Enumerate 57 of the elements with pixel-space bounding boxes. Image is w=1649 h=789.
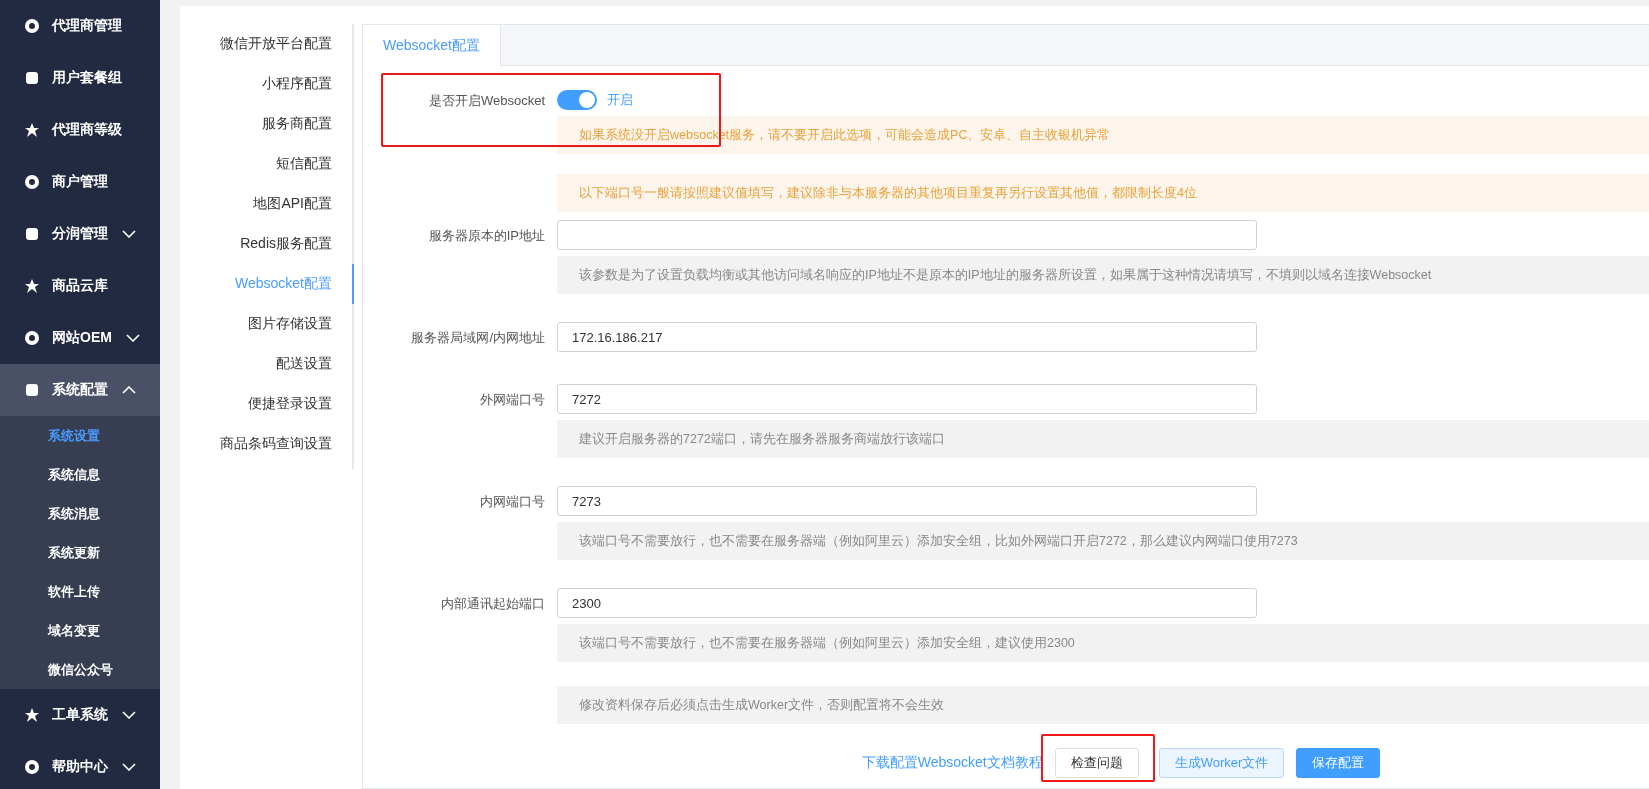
field-label: 外网端口号: [480, 391, 545, 407]
field-label: 服务器原本的IP地址: [428, 227, 545, 243]
toggle-switch[interactable]: [557, 90, 597, 110]
sidebar-item[interactable]: 网站OEM: [0, 312, 160, 364]
field-label: 内部通讯起始端口: [441, 595, 545, 611]
submenu-item[interactable]: 系统信息: [0, 455, 160, 494]
hint-notice: 建议开启服务器的7272端口，请先在服务器服务商端放行该端口: [557, 420, 1649, 458]
sidebar-item[interactable]: 代理商管理: [0, 0, 160, 52]
input-field[interactable]: 7272: [557, 384, 1257, 414]
field-label: 是否开启Websocket: [428, 92, 545, 108]
input-field[interactable]: [557, 220, 1257, 250]
menu-icon: [24, 382, 40, 398]
config-nav-item[interactable]: 图片存储设置: [180, 304, 354, 344]
sidebar-item[interactable]: 代理商等级: [0, 104, 160, 156]
hint-notice: 该参数是为了设置负载均衡或其他访问域名响应的IP地址不是原本的IP地址的服务器所设置，如果属于这种情况请填写，不填则以域名连接Websocket: [557, 256, 1649, 294]
config-nav-item[interactable]: 短信配置: [180, 144, 354, 184]
input-field[interactable]: 2300: [557, 588, 1257, 618]
submenu-item[interactable]: 系统设置: [0, 416, 160, 455]
menu-icon: [24, 174, 40, 190]
menu-icon: [24, 278, 40, 294]
switch-state-text: 开启: [607, 91, 633, 109]
submenu-item[interactable]: 系统消息: [0, 494, 160, 533]
config-nav-item[interactable]: 配送设置: [180, 344, 354, 384]
config-nav-item[interactable]: 便捷登录设置: [180, 384, 354, 424]
sidebar-item[interactable]: 分润管理: [0, 208, 160, 260]
sidebar-item[interactable]: 商品云库: [0, 260, 160, 312]
input-field[interactable]: 172.16.186.217: [557, 322, 1257, 352]
config-nav-item[interactable]: Redis服务配置: [180, 224, 354, 264]
field-label: 内网端口号: [480, 493, 545, 509]
field-label: 服务器局域网/内网地址: [411, 329, 545, 345]
hint-notice: 该端口号不需要放行，也不需要在服务器端（例如阿里云）添加安全组，比如外网端口开启7272，那么建议内网端口使用7273: [557, 522, 1649, 560]
sidebar-item[interactable]: 系统配置: [0, 364, 160, 416]
submenu-item[interactable]: 系统更新: [0, 533, 160, 572]
submenu-item[interactable]: 微信公众号: [0, 650, 160, 689]
check-button[interactable]: 检查问题: [1054, 748, 1139, 778]
menu-icon: [24, 759, 40, 775]
hint-notice: 修改资料保存后必须点击生成Worker文件，否则配置将不会生效: [557, 686, 1649, 724]
config-nav-item[interactable]: 微信开放平台配置: [180, 24, 354, 64]
sidebar-item[interactable]: 帮助中心: [0, 741, 160, 789]
hint-notice: 该端口号不需要放行，也不需要在服务器端（例如阿里云）添加安全组，建议使用2300: [557, 624, 1649, 662]
submenu-item[interactable]: 软件上传: [0, 572, 160, 611]
menu-icon: [24, 226, 40, 242]
submenu-item[interactable]: 域名变更: [0, 611, 160, 650]
config-nav-item[interactable]: 地图API配置: [180, 184, 354, 224]
menu-icon: [24, 330, 40, 346]
menu-icon: [24, 18, 40, 34]
sidebar-item[interactable]: 商户管理: [0, 156, 160, 208]
input-field[interactable]: 7273: [557, 486, 1257, 516]
menu-icon: [24, 122, 40, 138]
config-nav-item[interactable]: 小程序配置: [180, 64, 354, 104]
config-nav-item[interactable]: 服务商配置: [180, 104, 354, 144]
menu-icon: [24, 707, 40, 723]
warning-notice: 以下端口号一般请按照建议值填写，建议除非与本服务器的其他项目重复再另行设置其他值，都限制长度4位: [557, 174, 1649, 212]
sidebar-item[interactable]: 工单系统: [0, 689, 160, 741]
config-nav-item[interactable]: 商品条码查询设置: [180, 424, 354, 464]
sidebar-item[interactable]: 用户套餐组: [0, 52, 160, 104]
menu-icon: [24, 70, 40, 86]
